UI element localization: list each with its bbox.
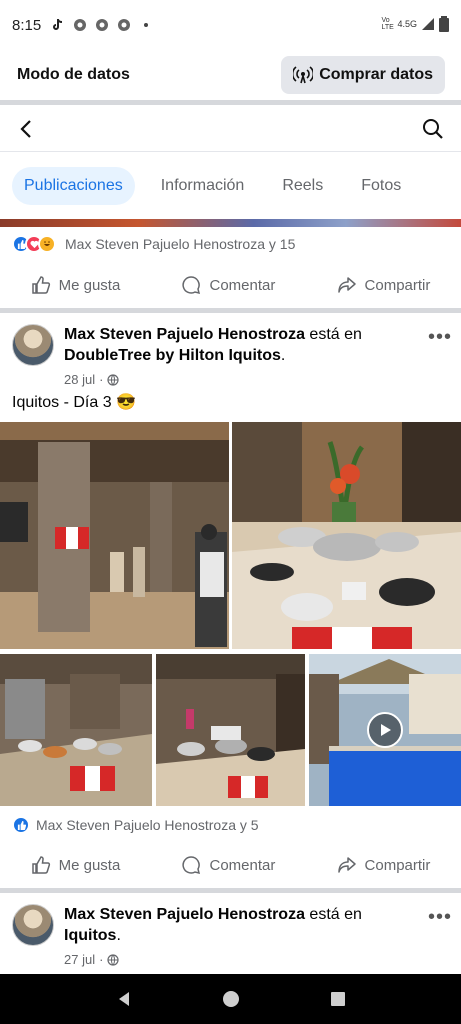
like-button[interactable]: Me gusta (31, 855, 121, 875)
share-button[interactable]: Compartir (337, 275, 431, 295)
share-label: Compartir (364, 856, 431, 874)
post-location[interactable]: DoubleTree by Hilton Iquitos (64, 347, 281, 364)
home-nav-icon[interactable] (222, 990, 240, 1008)
previous-post-image[interactable] (0, 219, 461, 227)
post-date[interactable]: 27 jul (64, 949, 95, 970)
divider (0, 308, 461, 313)
post-header: Max Steven Pajuelo Henostroza está en Do… (12, 324, 452, 390)
status-time: 8:15 (12, 16, 42, 34)
post-location[interactable]: Iquitos (64, 927, 116, 944)
data-mode-bar: Modo de datos Comprar datos (0, 50, 461, 100)
back-nav-icon[interactable] (115, 990, 133, 1008)
post-actions: Me gusta Comentar Compartir (0, 263, 461, 307)
globe-icon (107, 373, 120, 386)
reactions-summary[interactable]: Max Steven Pajuelo Henostroza y 15 (12, 235, 295, 253)
reactions-summary[interactable]: Max Steven Pajuelo Henostroza y 5 (12, 816, 259, 834)
share-label: Compartir (364, 276, 431, 294)
play-icon (381, 724, 391, 736)
battery-icon (439, 16, 449, 32)
share-button[interactable]: Compartir (337, 855, 431, 875)
tab-fotos[interactable]: Fotos (349, 167, 413, 205)
like-label: Me gusta (58, 856, 121, 874)
share-icon (337, 277, 356, 293)
post-author[interactable]: Max Steven Pajuelo Henostroza (64, 906, 305, 923)
data-mode-label: Modo de datos (17, 66, 130, 83)
post-caption: Iquitos - Día 3 😎 (12, 394, 136, 411)
buy-data-label: Comprar datos (319, 66, 433, 83)
network-label: 4.5G (397, 19, 417, 29)
chrome-icon (96, 19, 109, 31)
avatar[interactable] (12, 324, 54, 366)
reactions-text: Max Steven Pajuelo Henostroza y 15 (65, 236, 296, 252)
haha-reaction-icon (38, 235, 56, 253)
top-nav (0, 106, 461, 152)
play-button[interactable] (367, 712, 403, 748)
reactions-text: Max Steven Pajuelo Henostroza y 5 (36, 817, 259, 833)
carrier-label: Vo LTE (381, 17, 394, 31)
post-photo-event-hall[interactable] (0, 422, 229, 649)
system-nav-bar (0, 974, 461, 1024)
globe-icon (107, 953, 120, 966)
buy-data-button[interactable]: Comprar datos (281, 56, 445, 94)
post-header: Max Steven Pajuelo Henostroza está en Iq… (12, 904, 452, 970)
chrome-icon (74, 19, 87, 31)
post-photo-food-table[interactable] (0, 654, 152, 806)
thumbs-up-icon (31, 276, 50, 294)
recents-nav-icon[interactable] (329, 990, 347, 1008)
chrome-icon (118, 19, 131, 31)
location-connector: está en (309, 906, 362, 923)
post-video-pool[interactable] (309, 654, 461, 806)
like-button[interactable]: Me gusta (31, 275, 121, 295)
post-date[interactable]: 28 jul (64, 369, 95, 390)
thumbs-up-icon (31, 856, 50, 874)
post-author[interactable]: Max Steven Pajuelo Henostroza (64, 326, 305, 343)
share-icon (337, 857, 356, 873)
more-options-icon[interactable]: ••• (428, 906, 452, 929)
comment-label: Comentar (209, 276, 276, 294)
comment-icon (182, 856, 201, 875)
post-photo-buffet[interactable] (232, 422, 461, 649)
location-connector: está en (309, 326, 362, 343)
comment-button[interactable]: Comentar (181, 275, 275, 295)
like-reaction-icon (12, 816, 30, 834)
comment-label: Comentar (209, 856, 276, 874)
tab-publicaciones[interactable]: Publicaciones (12, 167, 135, 205)
divider (0, 888, 461, 893)
comment-icon (182, 276, 201, 295)
profile-tabs: Publicaciones Información Reels Fotos (0, 160, 461, 212)
notification-dot-icon (144, 23, 149, 27)
post-actions: Me gusta Comentar Compartir (0, 843, 461, 887)
comment-button[interactable]: Comentar (181, 855, 275, 875)
like-label: Me gusta (58, 276, 121, 294)
status-bar: 8:15 Vo LTE 4.5G (0, 0, 461, 50)
tab-informacion[interactable]: Información (149, 167, 257, 205)
back-arrow-icon[interactable] (16, 118, 38, 140)
signal-icon (422, 18, 434, 30)
search-icon[interactable] (421, 117, 445, 141)
broadcast-icon (293, 66, 314, 84)
post-photo-buffet-line[interactable] (156, 654, 305, 806)
avatar[interactable] (12, 904, 54, 946)
tiktok-icon (53, 18, 63, 30)
tab-reels[interactable]: Reels (270, 167, 335, 205)
divider (0, 100, 461, 105)
more-options-icon[interactable]: ••• (428, 326, 452, 349)
